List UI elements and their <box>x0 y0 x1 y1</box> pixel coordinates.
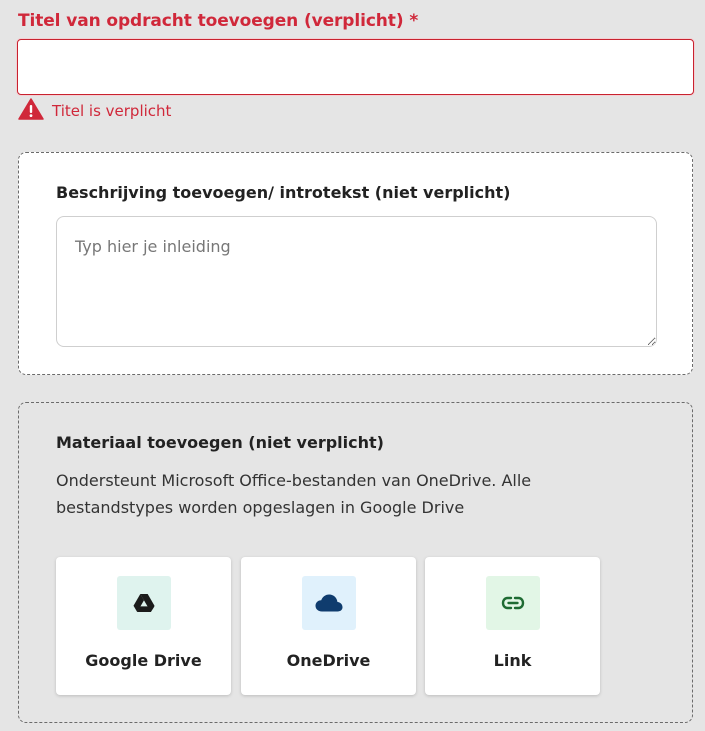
description-textarea[interactable] <box>56 216 657 347</box>
google-drive-button[interactable]: Google Drive <box>56 557 231 695</box>
material-card: Materiaal toevoegen (niet verplicht) Ond… <box>18 402 693 723</box>
google-drive-icon <box>117 576 171 630</box>
description-heading: Beschrijving toevoegen/ introtekst (niet… <box>56 183 511 202</box>
description-card: Beschrijving toevoegen/ introtekst (niet… <box>18 152 693 375</box>
google-drive-label: Google Drive <box>85 651 202 670</box>
link-icon <box>486 576 540 630</box>
title-error: Titel is verplicht <box>18 98 172 124</box>
onedrive-label: OneDrive <box>286 651 371 670</box>
link-label: Link <box>493 651 532 670</box>
warning-icon <box>18 98 44 124</box>
material-heading: Materiaal toevoegen (niet verplicht) <box>56 433 384 452</box>
link-button[interactable]: Link <box>425 557 600 695</box>
title-error-text: Titel is verplicht <box>52 102 172 120</box>
title-input[interactable] <box>17 39 694 95</box>
onedrive-icon <box>302 576 356 630</box>
onedrive-button[interactable]: OneDrive <box>241 557 416 695</box>
material-support-text: Ondersteunt Microsoft Office-bestanden v… <box>56 471 532 517</box>
title-field-label: Titel van opdracht toevoegen (verplicht)… <box>18 11 419 31</box>
